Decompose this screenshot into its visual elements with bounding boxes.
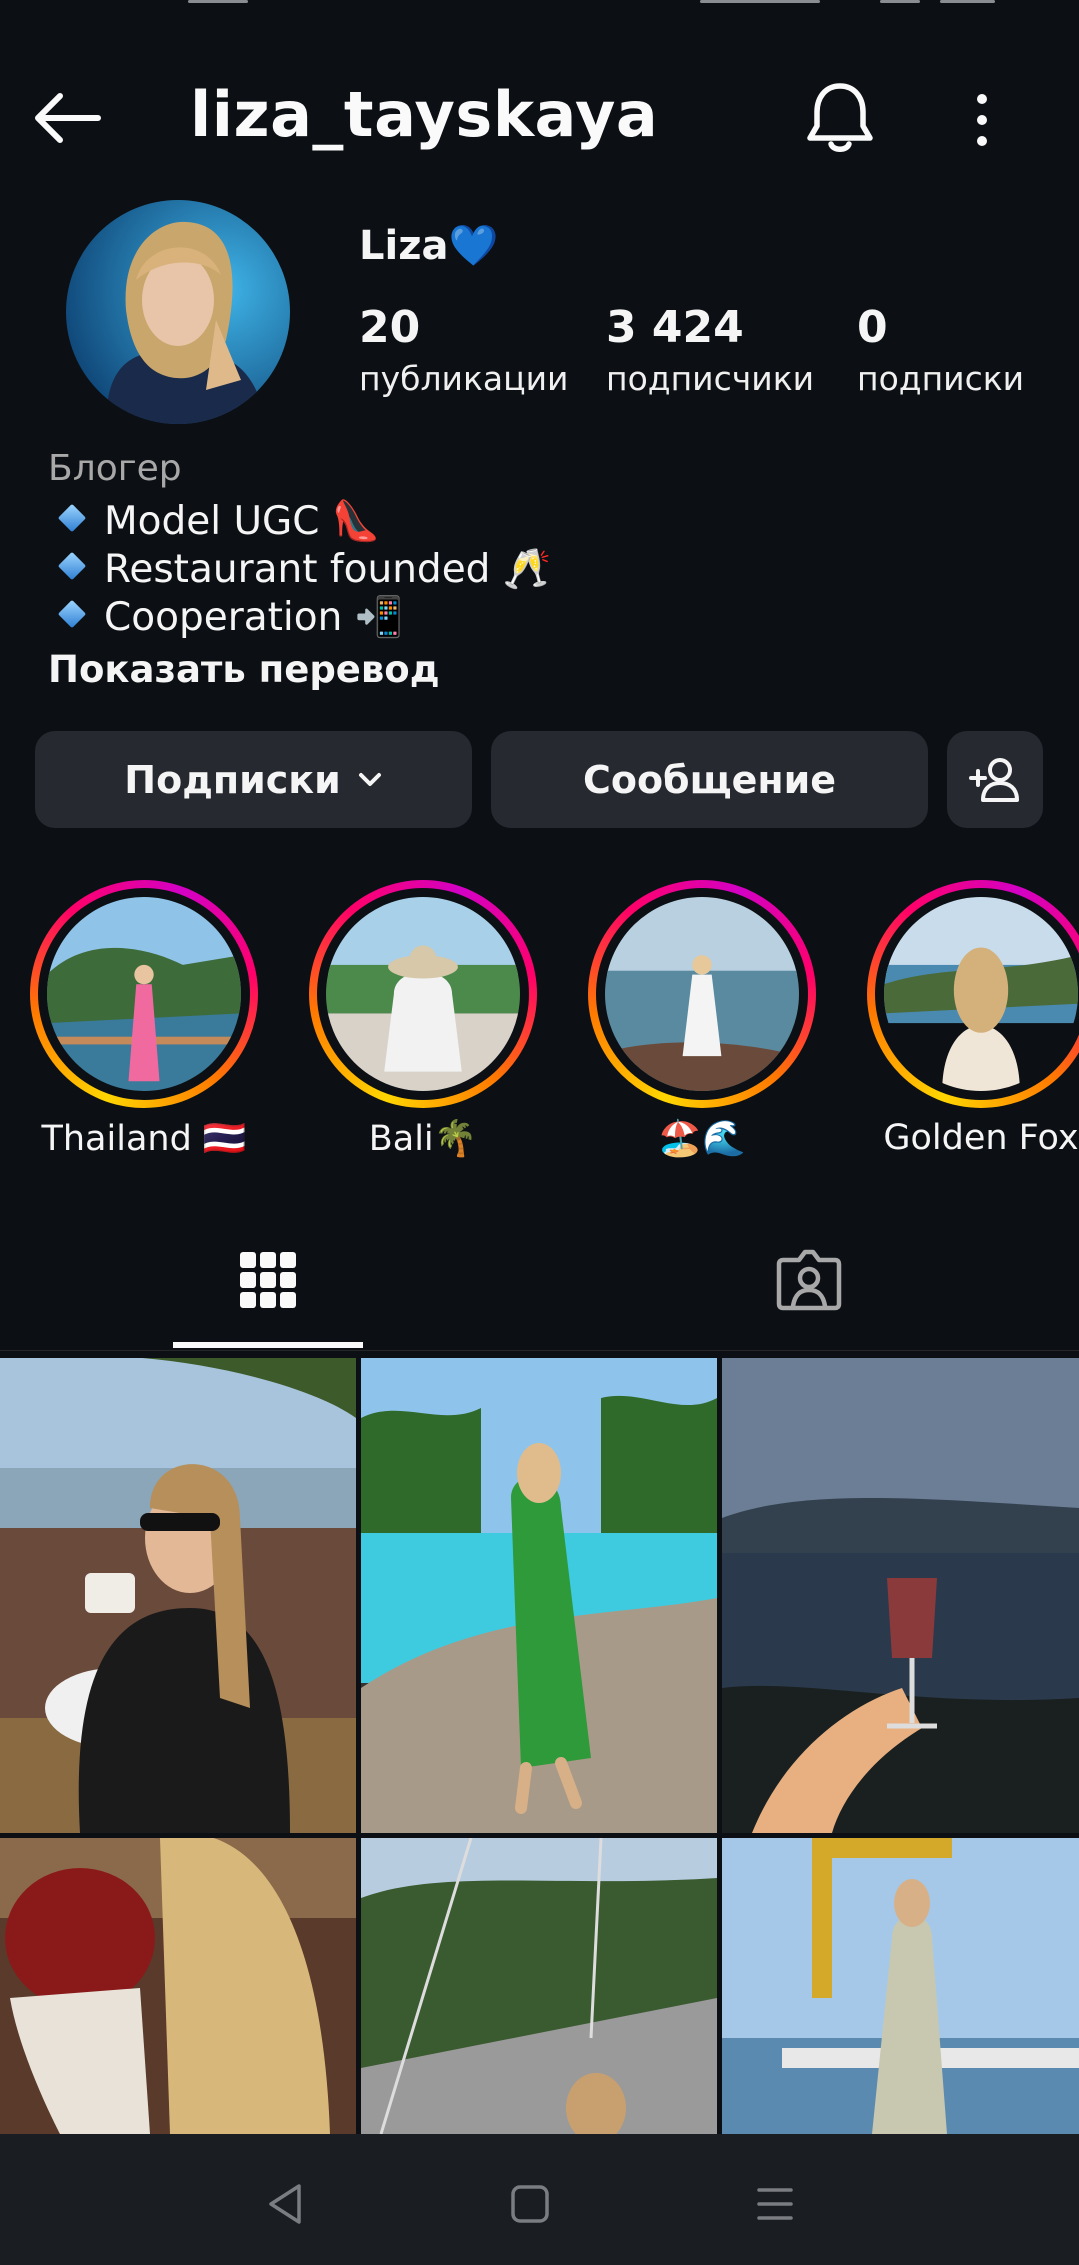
message-button[interactable]: Сообщение	[491, 731, 928, 828]
following-button[interactable]: Подписки	[35, 731, 472, 828]
highlight-label: Thailand 🇹🇭	[41, 1119, 247, 1159]
highlight-ring	[588, 880, 816, 1108]
followers-label: подписчики	[606, 359, 815, 398]
tagged-icon	[776, 1249, 842, 1311]
post-thumbnail[interactable]	[361, 1838, 717, 2134]
bio-text: Cooperation 📲	[104, 595, 404, 640]
post-image	[0, 1358, 356, 1833]
nav-menu-icon	[757, 2188, 793, 2220]
highlight-cover	[884, 897, 1078, 1091]
more-options-button[interactable]	[965, 85, 1000, 155]
highlight-item[interactable]: Golden Fox	[867, 880, 1079, 1158]
post-image	[722, 1358, 1079, 1833]
highlight-cover	[605, 897, 799, 1091]
system-back-button[interactable]	[255, 2174, 315, 2234]
profile-category: Блогер	[48, 448, 182, 489]
avatar-photo	[66, 200, 290, 424]
active-tab-indicator	[173, 1342, 363, 1348]
highlight-item[interactable]: Thailand 🇹🇭	[30, 880, 258, 1159]
highlight-label: 🏖️🌊	[658, 1119, 746, 1159]
post-thumbnail[interactable]	[361, 1358, 717, 1833]
post-thumbnail[interactable]	[722, 1838, 1079, 2134]
profile-header: liza_tayskaya	[0, 60, 1079, 170]
highlight-ring	[867, 880, 1079, 1108]
profile-username: liza_tayskaya	[190, 78, 659, 151]
followers-stat[interactable]: 3 424 подписчики	[606, 300, 814, 402]
tab-tagged[interactable]	[714, 1225, 904, 1335]
posts-count: 20	[359, 302, 421, 353]
highlight-ring	[309, 880, 537, 1108]
post-thumbnail[interactable]	[0, 1838, 356, 2134]
grid-icon	[240, 1252, 296, 1308]
bio-text: Restaurant founded 🥂	[104, 547, 552, 592]
message-button-label: Сообщение	[582, 757, 837, 802]
highlight-cover	[47, 897, 241, 1091]
post-image	[361, 1358, 717, 1833]
bio-line: Model UGC 👠	[48, 498, 380, 544]
tab-posts-grid[interactable]	[173, 1225, 363, 1335]
bio-line: Restaurant founded 🥂	[48, 546, 551, 592]
chevron-down-icon	[357, 771, 383, 789]
system-menu-button[interactable]	[745, 2174, 805, 2234]
following-stat[interactable]: 0 подписки	[857, 300, 1024, 402]
back-arrow-icon	[35, 92, 101, 143]
post-image	[361, 1838, 717, 2134]
notifications-button[interactable]	[805, 80, 875, 155]
highlight-item[interactable]: 🏖️🌊	[588, 880, 816, 1159]
following-count: 0	[857, 302, 888, 353]
system-navigation-bar	[0, 2134, 1079, 2265]
add-user-icon	[969, 757, 1019, 802]
more-vertical-icon	[977, 94, 987, 146]
show-translation-link[interactable]: Показать перевод	[48, 648, 440, 691]
highlight-label: Golden Fox	[883, 1118, 1079, 1158]
profile-avatar[interactable]	[66, 200, 290, 424]
highlight-cover	[326, 897, 520, 1091]
nav-back-icon	[269, 2184, 301, 2224]
highlight-label: Bali🌴	[368, 1119, 478, 1159]
nav-home-icon	[511, 2185, 549, 2223]
following-label: подписки	[857, 359, 1025, 398]
followers-count: 3 424	[606, 302, 744, 353]
post-image	[722, 1838, 1079, 2134]
blue-diamond-icon	[57, 503, 87, 533]
bio-line: Cooperation 📲	[48, 594, 403, 640]
profile-screen: liza_tayskaya Liza💙 20 публикации 3 424 …	[0, 0, 1079, 2265]
post-thumbnail[interactable]	[722, 1358, 1079, 1833]
bio-text: Model UGC 👠	[104, 499, 381, 544]
tab-divider	[0, 1350, 1079, 1351]
post-image	[0, 1838, 356, 2134]
highlight-ring	[30, 880, 258, 1108]
bell-icon	[807, 83, 873, 152]
system-home-button[interactable]	[500, 2174, 560, 2234]
following-button-label: Подписки	[124, 757, 341, 802]
posts-label: публикации	[359, 359, 569, 398]
posts-stat[interactable]: 20 публикации	[359, 300, 569, 402]
back-button[interactable]	[30, 90, 110, 145]
display-name: Liza💙	[359, 223, 499, 269]
blue-diamond-icon	[57, 551, 87, 581]
suggested-users-button[interactable]	[947, 731, 1043, 828]
status-bar	[0, 0, 1079, 14]
post-thumbnail[interactable]	[0, 1358, 356, 1833]
blue-diamond-icon	[57, 599, 87, 629]
highlight-item[interactable]: Bali🌴	[309, 880, 537, 1159]
